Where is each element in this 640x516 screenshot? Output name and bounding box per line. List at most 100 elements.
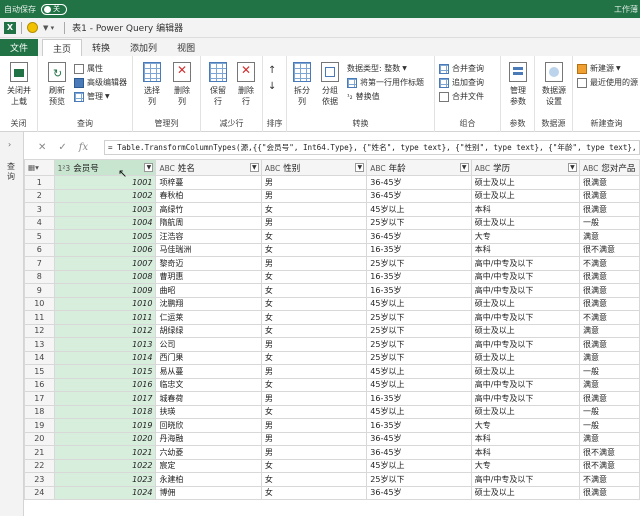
table-cell[interactable]: 一般 xyxy=(578,418,640,433)
column-type-icon[interactable]: ABC xyxy=(265,164,280,173)
table-cell[interactable]: 1015 xyxy=(53,364,157,379)
table-cell[interactable]: 硕士及以上 xyxy=(470,485,580,500)
table-cell[interactable]: 1010 xyxy=(53,296,157,311)
table-cell[interactable]: 马佳瑞洲 xyxy=(155,242,262,257)
table-cell[interactable]: 项梓蔓 xyxy=(155,175,262,190)
table-cell[interactable]: 满意 xyxy=(578,431,640,446)
table-cell[interactable]: 不满意 xyxy=(578,310,640,325)
table-row[interactable]: 20 1020 丹海融男 36-45岁 本科 满意 xyxy=(24,431,640,446)
table-cell[interactable]: 女 xyxy=(260,283,368,298)
combine-files-button[interactable]: 合并文件 xyxy=(439,90,484,103)
filter-dropdown-icon[interactable]: ▼ xyxy=(144,163,154,172)
table-cell[interactable]: 男 xyxy=(260,431,368,446)
table-cell[interactable]: 很满意 xyxy=(578,391,640,406)
table-cell[interactable]: 易从蔓 xyxy=(155,364,262,379)
table-cell[interactable]: 本科 xyxy=(470,202,580,217)
table-cell[interactable]: 高中/中专及以下 xyxy=(470,391,580,406)
table-row[interactable]: 14 1014 西门果女 25岁以下 硕士及以上 满意 xyxy=(24,350,640,365)
column-header-member-id[interactable]: 1²3 会员号 ▼ xyxy=(53,159,157,176)
table-cell[interactable]: 女 xyxy=(260,472,368,487)
table-cell[interactable]: 很不满意 xyxy=(578,458,640,473)
table-cell[interactable]: 45岁以上 xyxy=(366,404,472,419)
fx-icon[interactable]: fx xyxy=(79,142,88,153)
tab-add-column[interactable]: 添加列 xyxy=(120,39,167,56)
table-cell[interactable]: 黎奇迈 xyxy=(155,256,262,271)
table-cell[interactable]: 硕士及以上 xyxy=(470,215,580,230)
advanced-editor-button[interactable]: 高级编辑器 xyxy=(74,76,127,89)
table-row[interactable]: 10 1010 沈鹏翔女 45岁以上 硕士及以上 很满意 xyxy=(24,296,640,311)
new-source-button[interactable]: 新建源 ▼ xyxy=(577,62,621,75)
table-cell[interactable]: 满意 xyxy=(578,323,640,338)
column-header-age[interactable]: ABC 年龄 ▼ xyxy=(366,159,472,176)
table-cell[interactable]: 西门果 xyxy=(155,350,262,365)
table-row[interactable]: 24 1024 博佣女 36-45岁 硕士及以上 很满意 xyxy=(24,485,640,500)
table-row[interactable]: 2 1002 春秋柏男 36-45岁 硕士及以上 很满意 xyxy=(24,188,640,203)
table-cell[interactable]: 1006 xyxy=(53,242,157,257)
table-row[interactable]: 9 1009 曲昭女 16-35岁 高中/中专及以下 很满意 xyxy=(24,283,640,298)
tab-view[interactable]: 视图 xyxy=(167,39,205,56)
table-cell[interactable]: 25岁以下 xyxy=(366,337,472,352)
table-cell[interactable]: 硕士及以上 xyxy=(470,296,580,311)
column-type-icon[interactable]: ABC xyxy=(159,164,174,173)
use-first-row-headers-button[interactable]: 将第一行用作标题 xyxy=(347,76,424,89)
table-cell[interactable]: 45岁以上 xyxy=(366,458,472,473)
table-cell[interactable]: 宸定 xyxy=(155,458,262,473)
table-cell[interactable]: 汪浩容 xyxy=(155,229,262,244)
properties-button[interactable]: 属性 xyxy=(74,62,103,75)
table-cell[interactable]: 回晓欣 xyxy=(155,418,262,433)
table-cell[interactable]: 硕士及以上 xyxy=(470,175,580,190)
table-cell[interactable]: 36-45岁 xyxy=(366,445,472,460)
table-cell[interactable]: 男 xyxy=(260,391,368,406)
table-cell[interactable]: 36-45岁 xyxy=(366,188,472,203)
remove-columns-button[interactable]: 删除 列 xyxy=(169,62,195,107)
data-source-settings-button[interactable]: 数据源 设置 xyxy=(539,62,569,107)
table-cell[interactable]: 隋航周 xyxy=(155,215,262,230)
table-cell[interactable]: 16-35岁 xyxy=(366,418,472,433)
table-cell[interactable]: 1004 xyxy=(53,215,157,230)
table-cell[interactable]: 仁运莱 xyxy=(155,310,262,325)
table-cell[interactable]: 硕士及以上 xyxy=(470,188,580,203)
table-cell[interactable]: 很满意 xyxy=(578,175,640,190)
data-type-dropdown[interactable]: 数据类型: 整数 ▼ xyxy=(347,62,407,75)
refresh-preview-button[interactable]: ↻ 刷新 预览 xyxy=(44,62,70,107)
table-cell[interactable]: 36-45岁 xyxy=(366,431,472,446)
column-type-icon[interactable]: ABC xyxy=(583,164,598,173)
group-by-button[interactable]: 分组 依据 xyxy=(317,62,343,107)
table-cell[interactable]: 1022 xyxy=(53,458,157,473)
table-cell[interactable]: 1014 xyxy=(53,350,157,365)
tab-home[interactable]: 主页 xyxy=(42,39,83,56)
table-row[interactable]: 5 1005 汪浩容女 36-45岁 大专 满意 xyxy=(24,229,640,244)
close-and-load-button[interactable]: 关闭并 上载 xyxy=(4,62,34,107)
split-column-button[interactable]: 拆分 列 xyxy=(289,62,315,107)
table-cell[interactable]: 硕士及以上 xyxy=(470,350,580,365)
table-cell[interactable]: 1024 xyxy=(53,485,157,500)
table-cell[interactable]: 曲昭 xyxy=(155,283,262,298)
table-cell[interactable]: 很不满意 xyxy=(578,445,640,460)
table-cell[interactable]: 大专 xyxy=(470,458,580,473)
table-row[interactable]: 4 1004 隋航周男 25岁以下 硕士及以上 一般 xyxy=(24,215,640,230)
table-cell[interactable]: 很满意 xyxy=(578,188,640,203)
table-cell[interactable]: 丹海融 xyxy=(155,431,262,446)
table-cell[interactable]: 1011 xyxy=(53,310,157,325)
table-cell[interactable]: 1012 xyxy=(53,323,157,338)
table-cell[interactable]: 很满意 xyxy=(578,337,640,352)
table-cell[interactable]: 高中/中专及以下 xyxy=(470,472,580,487)
filter-dropdown-icon[interactable]: ▼ xyxy=(459,163,469,172)
table-cell[interactable]: 25岁以下 xyxy=(366,256,472,271)
table-cell[interactable]: 女 xyxy=(260,350,368,365)
table-row[interactable]: 23 1023 永建柏女 25岁以下 高中/中专及以下 不满意 xyxy=(24,472,640,487)
table-cell[interactable]: 16-35岁 xyxy=(366,269,472,284)
table-cell[interactable]: 女 xyxy=(260,242,368,257)
table-cell[interactable]: 1023 xyxy=(53,472,157,487)
table-row[interactable]: 6 1006 马佳瑞洲女 16-35岁 本科 很不满意 xyxy=(24,242,640,257)
table-cell[interactable]: 25岁以下 xyxy=(366,323,472,338)
table-cell[interactable]: 扶瑛 xyxy=(155,404,262,419)
table-cell[interactable]: 高中/中专及以下 xyxy=(470,310,580,325)
recent-sources-button[interactable]: 最近使用的源 xyxy=(577,76,638,89)
table-cell[interactable]: 1020 xyxy=(53,431,157,446)
filter-dropdown-icon[interactable]: ▼ xyxy=(355,163,365,172)
table-cell[interactable]: 女 xyxy=(260,377,368,392)
table-cell[interactable]: 男 xyxy=(260,256,368,271)
table-cell[interactable]: 36-45岁 xyxy=(366,175,472,190)
table-cell[interactable]: 一般 xyxy=(578,404,640,419)
